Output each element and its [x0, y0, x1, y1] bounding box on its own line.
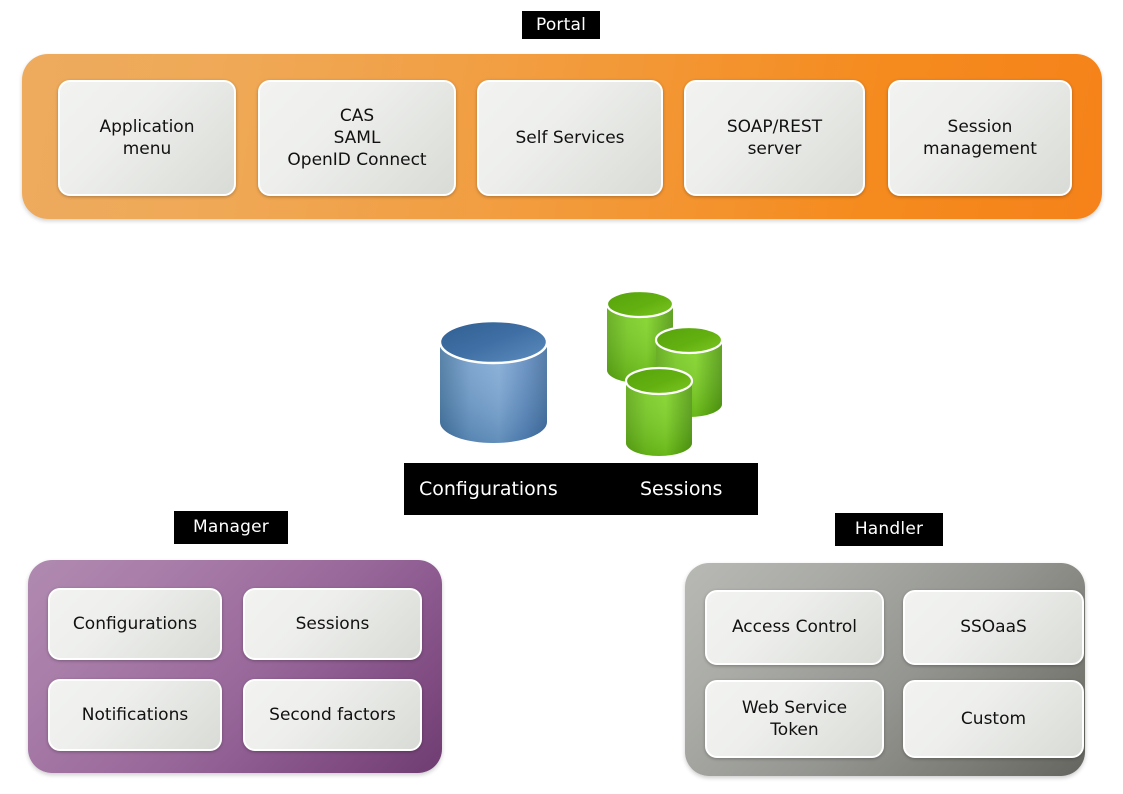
- handler-box-custom-label: Custom: [960, 708, 1027, 729]
- handler-box-access-control[interactable]: Access Control: [705, 590, 884, 665]
- handler-box-custom[interactable]: Custom: [903, 680, 1084, 758]
- handler-box-ssoaas-label: SSOaaS: [960, 617, 1027, 638]
- sessions-database-cylinder-cluster-icon: [604, 288, 724, 462]
- manager-box-configurations[interactable]: Configurations: [48, 588, 222, 660]
- portal-box-session-management[interactable]: Session management: [888, 80, 1072, 196]
- portal-box-self-services[interactable]: Self Services: [477, 80, 663, 196]
- manager-box-sessions-label: Sessions: [295, 613, 370, 634]
- portal-box-application-menu-label: Application menu: [99, 116, 195, 159]
- manager-box-sessions[interactable]: Sessions: [243, 588, 422, 660]
- handler-box-web-service-token-label: Web Service Token: [741, 697, 848, 740]
- portal-box-protocols-label: CAS SAML OpenID Connect: [287, 105, 427, 171]
- manager-box-second-factors-label: Second factors: [269, 704, 396, 725]
- handler-box-ssoaas[interactable]: SSOaaS: [903, 590, 1084, 665]
- manager-section-label: Manager: [174, 511, 288, 544]
- configurations-database-cylinder-icon: [436, 312, 551, 456]
- handler-section-label: Handler: [835, 513, 943, 546]
- handler-box-web-service-token[interactable]: Web Service Token: [705, 680, 884, 758]
- manager-box-notifications-label: Notifications: [81, 704, 189, 725]
- storage-caption-configurations: Configurations: [419, 478, 558, 500]
- portal-box-soap-rest-server[interactable]: SOAP/REST server: [684, 80, 865, 196]
- manager-box-notifications[interactable]: Notifications: [48, 679, 222, 751]
- portal-box-application-menu[interactable]: Application menu: [58, 80, 236, 196]
- storage-caption-bar: Configurations Sessions: [404, 463, 758, 515]
- portal-section-label: Portal: [522, 11, 600, 39]
- handler-box-access-control-label: Access Control: [731, 617, 858, 638]
- portal-box-soap-rest-server-label: SOAP/REST server: [726, 116, 823, 159]
- portal-box-self-services-label: Self Services: [515, 127, 625, 148]
- manager-box-configurations-label: Configurations: [72, 613, 198, 634]
- manager-box-second-factors[interactable]: Second factors: [243, 679, 422, 751]
- portal-box-protocols[interactable]: CAS SAML OpenID Connect: [258, 80, 456, 196]
- storage-caption-sessions: Sessions: [640, 478, 723, 500]
- portal-box-session-management-label: Session management: [923, 116, 1037, 159]
